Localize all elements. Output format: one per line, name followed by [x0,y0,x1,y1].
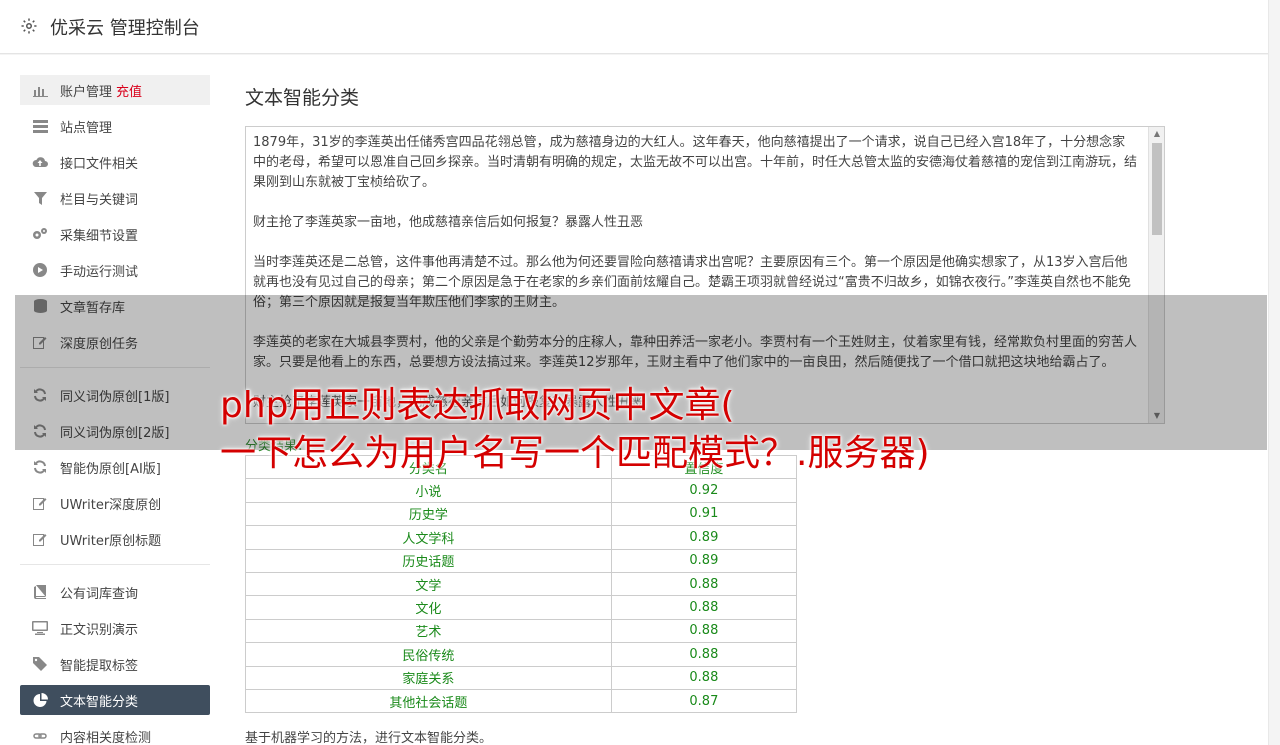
confidence-cell: 0.91 [610,501,798,527]
link-icon [32,728,48,744]
sidebar-item-label: 接口文件相关 [60,156,139,172]
category-cell: 历史话题 [245,548,612,573]
pie-chart-icon [32,692,48,708]
table-row: 家庭关系 0.88 [245,665,798,690]
sidebar-item[interactable]: 内容相关度检测 [20,721,210,745]
sidebar-item[interactable]: 栏目与关键词 [20,183,210,213]
sidebar-item-label: 智能伪原创[AI版] [60,461,161,477]
confidence-cell: 0.89 [610,548,798,573]
confidence-cell: 0.88 [610,665,798,690]
table-row: 历史话题 0.89 [245,548,798,573]
sidebar-item-label: 文本智能分类 [60,694,139,710]
recharge-link[interactable]: 充值 [116,81,142,100]
filter-icon [32,190,48,206]
confidence-cell: 0.88 [610,618,798,644]
sidebar-item[interactable]: 智能伪原创[AI版] [20,452,210,482]
confidence-cell: 0.88 [610,571,798,597]
confidence-cell: 0.89 [610,525,798,550]
sidebar-item-label: 栏目与关键词 [60,192,139,208]
table-row: 文学 0.88 [245,571,798,597]
description-text: 基于机器学习的方法，进行文本智能分类。 [245,731,493,745]
table-row: 民俗传统 0.88 [245,642,798,667]
category-cell: 小说 [245,478,612,503]
gears-icon [32,226,48,242]
edit-icon [32,495,48,511]
sidebar-item-label: UWriter深度原创 [60,497,162,513]
sidebar-item[interactable]: UWriter深度原创 [20,488,210,518]
table-row: 人文学科 0.89 [245,525,798,550]
sidebar-item[interactable]: 手动运行测试 [20,255,210,285]
overlay-headline-line2: 一下怎么为用户名写一个匹配模式？.服务器) [220,433,930,474]
sidebar-item[interactable]: 文本智能分类 [20,685,210,715]
category-cell: 家庭关系 [245,665,612,690]
sidebar-item[interactable]: 公有词库查询 [20,577,210,607]
sidebar-item-label: 智能提取标签 [60,658,139,674]
top-header: 优采云 管理控制台 [0,0,1268,54]
sidebar-item[interactable]: 站点管理 [20,111,210,141]
category-cell: 文化 [245,595,612,620]
overlay-headline-line1: php用正则表达抓取网页中文章( [220,385,735,426]
confidence-cell: 0.88 [610,642,798,667]
bar-chart-icon [32,82,48,98]
scroll-thumb[interactable] [1152,143,1162,235]
tag-icon [32,656,48,672]
table-row: 小说 0.92 [245,478,798,503]
sidebar-item-label: 手动运行测试 [60,264,139,280]
sidebar-item[interactable]: UWriter原创标题 [20,524,210,554]
confidence-cell: 0.88 [610,595,798,620]
edit-icon [32,531,48,547]
category-cell: 艺术 [245,618,612,644]
server-icon [32,118,48,134]
category-cell: 历史学 [245,501,612,527]
result-table: 分类名 置信度 小说 0.92 历史学 0.91 人文学科 0.89 历史话题 0.89 文学 0… [245,454,798,714]
book-icon [32,584,48,600]
page-title: 文本智能分类 [245,87,360,109]
gear-icon [20,17,40,37]
sidebar-item[interactable]: 账户管理 充值 [20,75,210,105]
table-row: 艺术 0.88 [245,618,798,644]
sidebar-item-label: 账户管理 [60,84,113,100]
sidebar-item[interactable]: 智能提取标签 [20,649,210,679]
sidebar-item-label: 公有词库查询 [60,586,139,602]
table-row: 文化 0.88 [245,595,798,620]
table-row: 历史学 0.91 [245,501,798,527]
page-scrollbar[interactable] [1268,0,1280,745]
refresh-icon [32,459,48,475]
sidebar-item-label: UWriter原创标题 [60,533,162,549]
cloud-upload-icon [32,154,48,170]
sidebar-item[interactable]: 接口文件相关 [20,147,210,177]
overlay-headline: php用正则表达抓取网页中文章( 一下怎么为用户名写一个匹配模式？.服务器) [220,382,1120,478]
sidebar-item-label: 采集细节设置 [60,228,139,244]
table-row: 其他社会话题 0.87 [245,688,798,714]
sidebar-item[interactable]: 正文识别演示 [20,613,210,643]
app-title: 优采云 管理控制台 [50,17,200,39]
category-cell: 文学 [245,571,612,597]
confidence-cell: 0.87 [610,688,798,714]
desktop-icon [32,620,48,636]
sidebar-item-label: 内容相关度检测 [60,730,152,745]
sidebar-item-label: 站点管理 [60,120,113,136]
category-cell: 民俗传统 [245,642,612,667]
confidence-cell: 0.92 [610,478,798,503]
scroll-up-icon[interactable]: ▲ [1149,127,1164,141]
category-cell: 人文学科 [245,525,612,550]
sidebar-item[interactable]: 采集细节设置 [20,219,210,249]
category-cell: 其他社会话题 [245,688,612,714]
sidebar-item-label: 正文识别演示 [60,622,139,638]
sidebar-divider [20,564,210,565]
play-circle-icon [32,262,48,278]
